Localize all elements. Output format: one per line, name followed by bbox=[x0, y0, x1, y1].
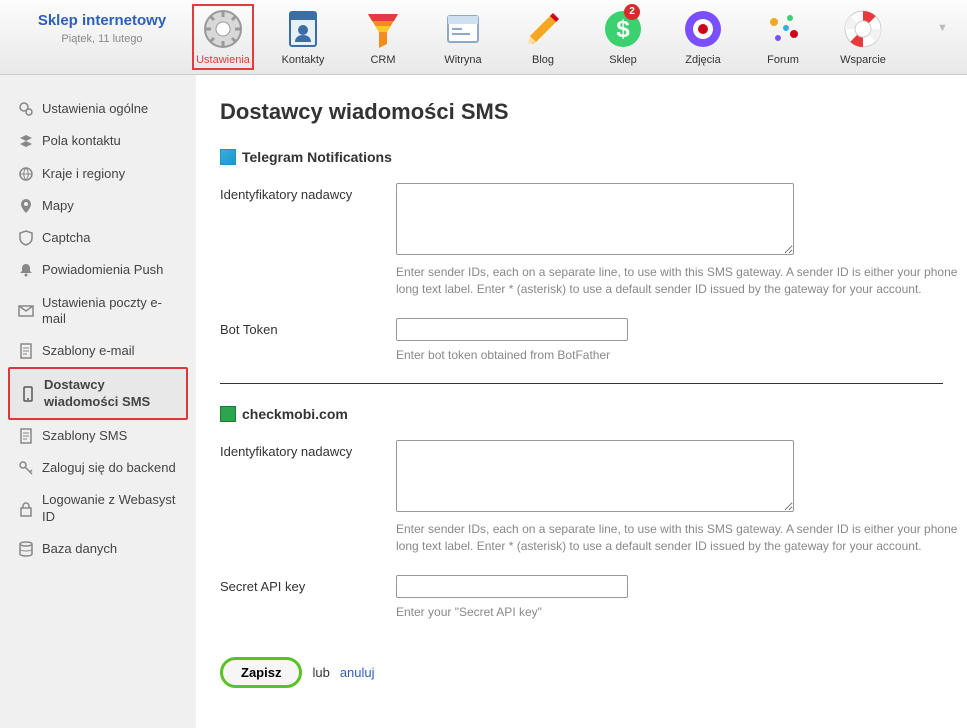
sidebar-item-9[interactable]: Szablony SMS bbox=[8, 420, 188, 452]
app-forum[interactable]: Forum bbox=[752, 8, 814, 66]
sidebar-item-label: Szablony SMS bbox=[42, 428, 127, 444]
sidebar-item-label: Baza danych bbox=[42, 541, 117, 557]
current-date: Piątek, 11 lutego bbox=[12, 33, 192, 45]
secret-api-key-input[interactable] bbox=[396, 575, 628, 598]
hint-bot-token: Enter bot token obtained from BotFather bbox=[396, 347, 967, 364]
bell-icon bbox=[18, 262, 34, 278]
hint-telegram-sender: Enter sender IDs, each on a separate lin… bbox=[396, 264, 967, 298]
telegram-sender-ids-input[interactable] bbox=[396, 183, 794, 255]
sidebar-item-label: Dostawcy wiadomości SMS bbox=[44, 377, 176, 410]
contact-icon bbox=[282, 8, 324, 50]
shield-icon bbox=[18, 230, 34, 246]
gears-icon bbox=[18, 101, 34, 117]
sidebar-item-12[interactable]: Baza danych bbox=[8, 533, 188, 565]
doc-icon bbox=[18, 428, 34, 444]
app-witryna[interactable]: Witryna bbox=[432, 8, 494, 66]
label-sender-ids: Identyfikatory nadawcy bbox=[220, 183, 396, 202]
ball-icon bbox=[682, 8, 724, 50]
hint-secret-key: Enter your "Secret API key" bbox=[396, 604, 967, 621]
label-checkmobi-sender-ids: Identyfikatory nadawcy bbox=[220, 440, 396, 459]
save-button[interactable]: Zapisz bbox=[220, 657, 302, 688]
page-title: Dostawcy wiadomości SMS bbox=[220, 99, 967, 125]
app-label: Blog bbox=[512, 54, 574, 66]
sidebar-item-label: Ustawienia ogólne bbox=[42, 101, 148, 117]
bot-token-input[interactable] bbox=[396, 318, 628, 341]
app-label: Wsparcie bbox=[832, 54, 894, 66]
app-label: Kontakty bbox=[272, 54, 334, 66]
app-label: CRM bbox=[352, 54, 414, 66]
app-label: Forum bbox=[752, 54, 814, 66]
app-wsparcie[interactable]: Wsparcie bbox=[832, 8, 894, 66]
pin-icon bbox=[18, 198, 34, 214]
sidebar-item-10[interactable]: Zaloguj się do backend bbox=[8, 452, 188, 484]
app-ustawienia[interactable]: Ustawienia bbox=[192, 4, 254, 70]
sidebar-item-label: Szablony e-mail bbox=[42, 343, 135, 359]
sidebar-item-3[interactable]: Mapy bbox=[8, 190, 188, 222]
sidebar-item-label: Ustawienia poczty e-mail bbox=[42, 295, 178, 328]
app-label: Ustawienia bbox=[194, 54, 252, 66]
cancel-link[interactable]: anuluj bbox=[340, 665, 375, 680]
shop-title[interactable]: Sklep internetowy bbox=[12, 12, 192, 29]
sidebar-item-label: Logowanie z Webasyst ID bbox=[42, 492, 178, 525]
label-secret-key: Secret API key bbox=[220, 575, 396, 594]
funnel-icon bbox=[362, 8, 404, 50]
sidebar-item-0[interactable]: Ustawienia ogólne bbox=[8, 93, 188, 125]
doc-icon bbox=[18, 343, 34, 359]
sidebar-item-label: Zaloguj się do backend bbox=[42, 460, 176, 476]
checkmobi-icon bbox=[220, 406, 236, 422]
sidebar-item-11[interactable]: Logowanie z Webasyst ID bbox=[8, 484, 188, 533]
mail-icon bbox=[18, 303, 34, 319]
checkmobi-sender-ids-input[interactable] bbox=[396, 440, 794, 512]
sidebar-item-label: Pola kontaktu bbox=[42, 133, 121, 149]
sidebar-item-label: Kraje i regiony bbox=[42, 166, 125, 182]
pencil-icon bbox=[522, 8, 564, 50]
lifebuoy-icon bbox=[842, 8, 884, 50]
sidebar-item-2[interactable]: Kraje i regiony bbox=[8, 158, 188, 190]
sidebar-item-label: Mapy bbox=[42, 198, 74, 214]
app-zdjęcia[interactable]: Zdjęcia bbox=[672, 8, 734, 66]
sidebar-item-5[interactable]: Powiadomienia Push bbox=[8, 254, 188, 286]
db-icon bbox=[18, 541, 34, 557]
sidebar-item-label: Captcha bbox=[42, 230, 90, 246]
confetti-icon bbox=[762, 8, 804, 50]
key-icon bbox=[18, 460, 34, 476]
sidebar-item-4[interactable]: Captcha bbox=[8, 222, 188, 254]
or-text: lub bbox=[312, 665, 329, 680]
app-label: Witryna bbox=[432, 54, 494, 66]
hint-checkmobi-sender: Enter sender IDs, each on a separate lin… bbox=[396, 521, 967, 555]
app-blog[interactable]: Blog bbox=[512, 8, 574, 66]
label-bot-token: Bot Token bbox=[220, 318, 396, 337]
sidebar-item-label: Powiadomienia Push bbox=[42, 262, 163, 278]
app-sklep[interactable]: $2 Sklep bbox=[592, 8, 654, 66]
svg-text:$: $ bbox=[616, 16, 630, 43]
app-kontakty[interactable]: Kontakty bbox=[272, 8, 334, 66]
layers-icon bbox=[18, 133, 34, 149]
section-checkmobi: checkmobi.com bbox=[220, 406, 967, 422]
brand-block: Sklep internetowy Piątek, 11 lutego bbox=[12, 8, 192, 45]
app-label: Zdjęcia bbox=[672, 54, 734, 66]
window-icon bbox=[442, 8, 484, 50]
gear-icon bbox=[202, 8, 244, 50]
apps-more-chevron[interactable]: ▼ bbox=[937, 22, 955, 34]
sidebar-item-6[interactable]: Ustawienia poczty e-mail bbox=[8, 287, 188, 336]
sidebar-item-1[interactable]: Pola kontaktu bbox=[8, 125, 188, 157]
phone-icon bbox=[20, 386, 36, 402]
telegram-icon bbox=[220, 149, 236, 165]
app-label: Sklep bbox=[592, 54, 654, 66]
section-divider bbox=[220, 383, 943, 384]
dollar-icon: $2 bbox=[602, 8, 644, 50]
sidebar-item-8[interactable]: Dostawcy wiadomości SMS bbox=[8, 367, 188, 420]
globe-icon bbox=[18, 166, 34, 182]
app-crm[interactable]: CRM bbox=[352, 8, 414, 66]
lock-icon bbox=[18, 501, 34, 517]
section-telegram: Telegram Notifications bbox=[220, 149, 967, 165]
badge: 2 bbox=[624, 4, 640, 20]
sidebar-item-7[interactable]: Szablony e-mail bbox=[8, 335, 188, 367]
